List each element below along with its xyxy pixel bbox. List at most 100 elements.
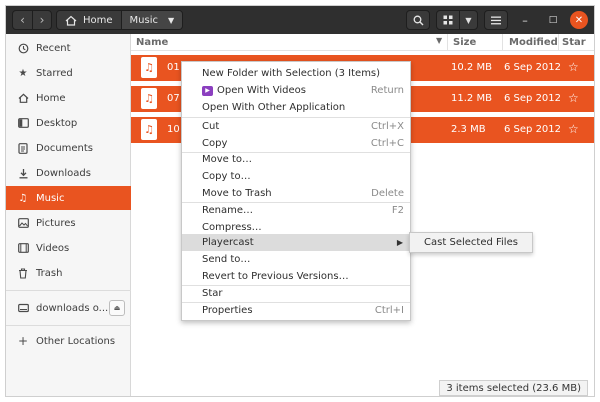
maximize-icon: □ [548,15,558,25]
menu-item-shortcut: Ctrl+X [370,121,404,132]
menu-item-new-folder-with-selection[interactable]: New Folder with Selection (3 Items) [182,65,410,82]
desktop-icon [16,116,30,130]
menu-item-rename[interactable]: Rename… F2 [182,202,410,219]
sidebar-item-label: Desktop [36,117,78,129]
menu-item-send-to[interactable]: Send to… [182,251,410,268]
menu-item-shortcut: Ctrl+C [370,138,404,149]
grid-view-button[interactable] [437,11,459,29]
sidebar-item-starred[interactable]: ★ Starred [6,61,131,85]
sidebar-item-desktop[interactable]: Desktop [6,111,131,135]
column-header-name[interactable]: Name [136,37,168,48]
sort-down-icon: ▼ [436,36,443,45]
chevron-right-icon: ▶ [396,238,403,247]
menu-item-label: Properties [202,305,253,316]
file-size: 10.2 MB [451,62,492,73]
close-button[interactable]: ✕ [570,11,588,29]
menu-item-label: Star [202,288,223,299]
maximize-button[interactable]: □ [542,10,564,30]
view-toggle: ▼ [436,10,478,30]
menu-item-open-with-other-application[interactable]: Open With Other Application [182,99,410,116]
sidebar-item-pictures[interactable]: Pictures [6,211,131,235]
menu-item-label: Move to… [202,154,253,165]
star-icon: ★ [18,67,28,79]
menu-item-shortcut: Delete [371,188,404,199]
home-icon [16,91,30,105]
clock-icon [16,41,30,55]
menu-item-move-to-trash[interactable]: Move to Trash Delete [182,185,410,202]
chevron-down-icon: ▼ [167,15,175,25]
sidebar-divider [6,325,131,326]
sidebar: Recent ★ Starred Home Desktop Documents [6,34,131,396]
sidebar-item-other-locations[interactable]: + Other Locations [6,329,131,353]
breadcrumb-music[interactable]: Music ▼ [120,11,183,29]
file-size: 11.2 MB [451,93,492,104]
sidebar-item-label: Recent [36,42,71,54]
star-icon[interactable]: ☆ [568,60,579,74]
menu-item-move-to[interactable]: Move to… [182,151,410,168]
sidebar-item-label: Pictures [36,217,76,229]
menu-item-copy[interactable]: Copy Ctrl+C [182,135,410,152]
menu-item-label: Rename… [202,205,254,216]
sidebar-item-downloads[interactable]: Downloads [6,161,131,185]
menu-item-label: Cut [202,121,220,132]
sidebar-item-label: Documents [36,142,94,154]
menu-item-revert-to-previous-versions[interactable]: Revert to Previous Versions… [182,268,410,285]
back-button[interactable]: ‹ [13,11,32,29]
document-icon [16,141,30,155]
star-icon[interactable]: ☆ [568,91,579,105]
forward-button[interactable]: › [31,11,51,29]
sidebar-item-videos[interactable]: Videos [6,236,131,260]
menu-item-label: Playercast [202,237,254,248]
column-header-star[interactable]: Star [562,37,586,48]
picture-icon [16,216,30,230]
view-options-button[interactable]: ▼ [459,11,477,29]
column-header-size[interactable]: Size [453,37,476,48]
menu-item-open-with-videos[interactable]: ▶ Open With Videos Return [182,82,410,99]
chevron-down-icon: ▼ [465,15,472,25]
column-divider [558,34,559,51]
sidebar-item-drive[interactable]: downloads o... ⏏ [6,296,131,320]
menu-item-label: Open With Videos [217,85,306,96]
menu-item-label: Open With Other Application [202,102,346,113]
file-size: 2.3 MB [451,124,486,135]
search-button[interactable] [406,10,430,30]
breadcrumb-home[interactable]: Home [57,11,121,29]
breadcrumb-music-label: Music [129,14,158,26]
menu-item-shortcut: F2 [391,205,404,216]
star-icon[interactable]: ☆ [568,122,579,136]
sidebar-item-label: Downloads [36,167,91,179]
header-bar: ‹ › Home Music ▼ ▼ – □ ✕ [6,6,594,34]
sidebar-item-home[interactable]: Home [6,86,131,110]
videos-app-icon: ▶ [202,85,213,96]
sidebar-item-documents[interactable]: Documents [6,136,131,160]
column-header-modified[interactable]: Modified [509,37,558,48]
submenu-cast-selected-files[interactable]: Cast Selected Files [409,232,533,253]
header-tools: ▼ – □ ✕ [406,10,588,30]
file-modified: 6 Sep 2012 [504,93,562,104]
menu-item-cut[interactable]: Cut Ctrl+X [182,118,410,135]
minimize-button[interactable]: – [514,10,536,30]
menu-item-label: New Folder with Selection (3 Items) [202,68,381,79]
plus-icon: + [17,334,29,348]
video-icon [16,241,30,255]
breadcrumb-home-label: Home [83,14,113,26]
chevron-left-icon: ‹ [20,13,25,27]
eject-button[interactable]: ⏏ [109,300,125,316]
status-bar: 3 items selected (23.6 MB) [439,380,588,396]
sidebar-item-label: Other Locations [36,335,116,347]
menu-item-playercast[interactable]: Playercast ▶ [182,234,410,251]
navigation-buttons: ‹ › [12,10,52,30]
download-icon [16,166,30,180]
menu-item-label: Copy [202,138,228,149]
sidebar-item-recent[interactable]: Recent [6,36,131,60]
minimize-icon: – [522,13,528,27]
menu-item-copy-to[interactable]: Copy to… [182,168,410,185]
file-modified: 6 Sep 2012 [504,124,562,135]
sidebar-item-trash[interactable]: Trash [6,261,131,285]
sidebar-item-music[interactable]: ♫ Music [6,186,131,210]
chevron-right-icon: › [39,13,45,27]
sidebar-item-label: Home [36,92,66,104]
menu-button[interactable] [484,10,508,30]
menu-item-properties[interactable]: Properties Ctrl+I [182,302,410,319]
menu-item-star[interactable]: Star [182,285,410,302]
